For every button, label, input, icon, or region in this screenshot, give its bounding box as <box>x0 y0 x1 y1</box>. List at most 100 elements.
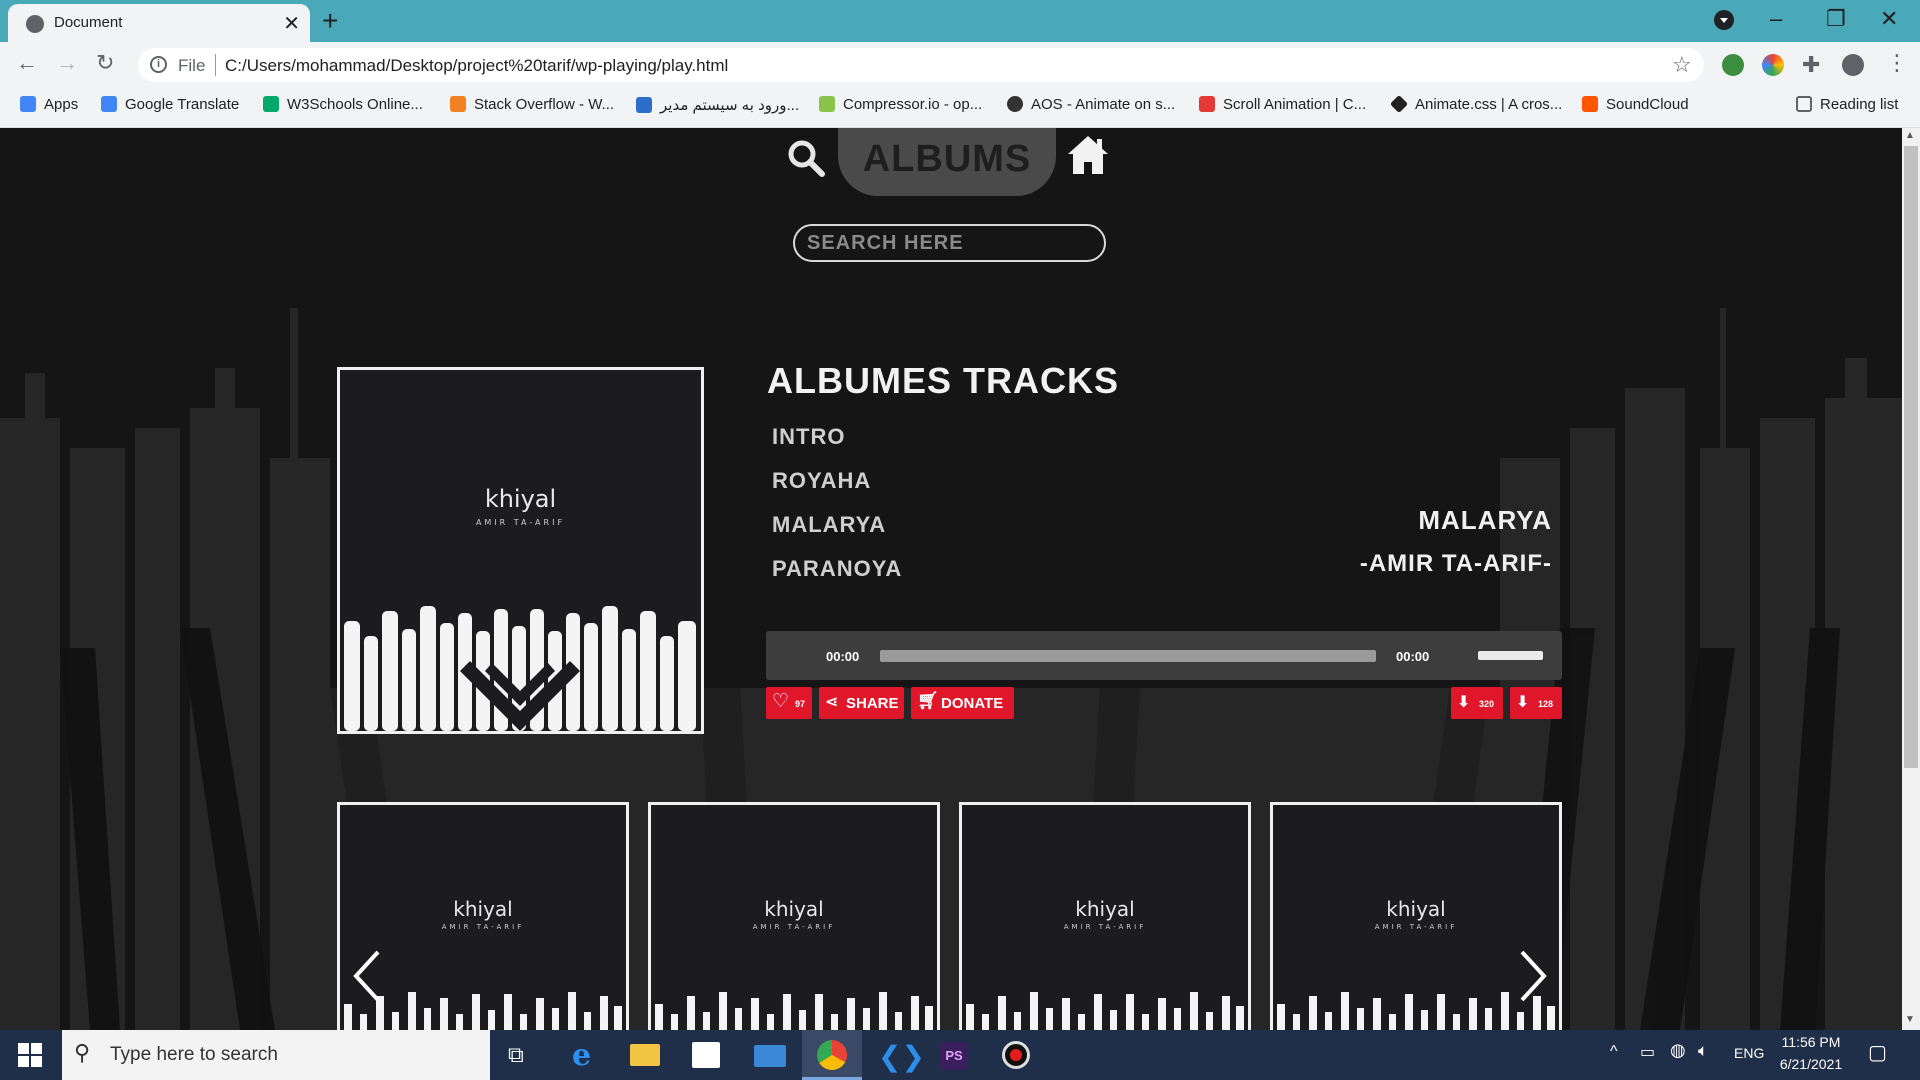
album-cover-title: khiyal <box>484 485 557 513</box>
forward-icon[interactable]: → <box>56 50 78 76</box>
bookmark-google-translate[interactable]: Google Translate <box>101 96 239 113</box>
w3schools-icon <box>263 96 279 112</box>
share-icon: ⋖ <box>825 694 839 711</box>
tracks-heading: ALBUMES TRACKS <box>767 360 1119 401</box>
bookmark-animate-css[interactable]: Animate.css | A cros... <box>1389 94 1562 114</box>
like-button[interactable]: ♡ 97 <box>766 687 812 719</box>
reading-list-icon <box>1796 96 1812 112</box>
show-hidden-icons-chevron-icon[interactable]: ^ <box>1610 1043 1618 1061</box>
download-320-button[interactable]: ⬇ 320 <box>1451 687 1503 719</box>
share-button[interactable]: ⋖ SHARE <box>819 687 904 719</box>
carousel-album-card[interactable]: khiyal AMIR TA-ARIF <box>1270 802 1562 1042</box>
download-128-button[interactable]: ⬇ 128 <box>1510 687 1562 719</box>
piano-skyline-background <box>0 308 1902 1030</box>
network-globe-icon[interactable]: ◍ <box>1670 1040 1686 1061</box>
bookmark-scroll-animation[interactable]: Scroll Animation | C... <box>1199 96 1366 113</box>
tab-title: Document <box>54 14 123 31</box>
bookmark-stackoverflow[interactable]: Stack Overflow - W... <box>450 96 614 113</box>
search-icon[interactable] <box>786 138 826 178</box>
cart-icon: 🛒︎ <box>917 691 939 710</box>
url-scheme-label: File <box>178 56 206 75</box>
back-icon[interactable]: ← <box>16 50 38 76</box>
track-item-royaha[interactable]: ROYAHA <box>772 468 871 494</box>
current-time: 00:00 <box>826 649 860 664</box>
piano-keys-art <box>344 606 696 731</box>
carousel-album-title: khiyal <box>453 897 513 921</box>
language-indicator[interactable]: ENG <box>1734 1045 1764 1061</box>
extension-color-icon[interactable] <box>1762 54 1784 76</box>
heart-icon: ♡ <box>772 691 790 712</box>
carousel-next-arrow-icon[interactable] <box>1512 948 1552 1004</box>
carousel-album-card[interactable]: khiyal AMIR TA-ARIF <box>959 802 1251 1042</box>
url-separator <box>215 54 216 76</box>
asterisk-icon <box>1199 96 1215 112</box>
download-icon: ⬇ <box>1457 694 1471 711</box>
file-explorer-icon[interactable] <box>630 1044 660 1066</box>
bookmark-aos[interactable]: AOS - Animate on s... <box>1007 96 1175 113</box>
carousel-album-card[interactable]: khiyal AMIR TA-ARIF <box>648 802 940 1042</box>
donate-button[interactable]: 🛒︎ DONATE <box>911 687 1014 719</box>
close-tab-icon[interactable]: ✕ <box>283 11 300 36</box>
scrollbar-thumb[interactable] <box>1904 146 1918 768</box>
carousel-album-artist: AMIR TA-ARIF <box>752 923 836 931</box>
scroll-up-icon[interactable]: ▲ <box>1905 130 1915 141</box>
store-icon[interactable] <box>692 1042 720 1068</box>
menu-kebab-icon[interactable]: ⋮ <box>1886 50 1908 76</box>
active-tab[interactable]: Document ✕ <box>8 4 310 42</box>
carousel-prev-arrow-icon[interactable] <box>348 948 388 1004</box>
bookmark-apps[interactable]: Apps <box>20 96 78 113</box>
carousel-album-artist: AMIR TA-ARIF <box>1063 923 1147 931</box>
stackoverflow-icon <box>450 96 466 112</box>
bookmark-star-icon[interactable]: ☆ <box>1672 52 1692 78</box>
battery-icon[interactable]: ▭ <box>1640 1042 1655 1062</box>
globe-icon <box>1007 96 1023 112</box>
carousel-album-artist: AMIR TA-ARIF <box>441 923 525 931</box>
bookmark-wordpress-admin[interactable]: ورود به سیستم مدیر... <box>636 96 799 114</box>
page-viewport <box>0 128 1902 1030</box>
edge-icon[interactable]: e <box>572 1038 591 1073</box>
reload-icon[interactable]: ↻ <box>96 50 114 76</box>
seek-bar[interactable] <box>880 650 1376 662</box>
carousel-album-title: khiyal <box>1386 897 1446 921</box>
album-search-input[interactable] <box>793 224 1106 262</box>
mail-icon[interactable] <box>754 1045 786 1067</box>
extensions-puzzle-icon[interactable]: ✚ <box>1802 52 1820 78</box>
profile-avatar-icon[interactable] <box>1842 54 1864 76</box>
scroll-down-icon[interactable]: ▼ <box>1905 1014 1915 1025</box>
search-icon: ⚲ <box>74 1040 91 1065</box>
bookmark-compressor[interactable]: Compressor.io - op... <box>819 96 982 113</box>
vscode-icon[interactable]: ❮❯ <box>878 1040 925 1073</box>
home-icon[interactable] <box>1066 134 1110 176</box>
carousel-album-card[interactable]: khiyal AMIR TA-ARIF <box>337 802 629 1042</box>
like-count: 97 <box>795 699 806 709</box>
bookmark-soundcloud[interactable]: SoundCloud <box>1582 96 1689 113</box>
track-item-intro[interactable]: INTRO <box>772 424 845 450</box>
info-icon[interactable]: i <box>150 56 167 73</box>
new-tab-button[interactable]: + <box>322 5 338 37</box>
extension-globe-icon[interactable] <box>1722 54 1744 76</box>
phpstorm-icon[interactable]: PS <box>940 1042 968 1070</box>
wordpress-icon <box>636 97 652 113</box>
restore-icon[interactable]: ❐ <box>1826 6 1846 32</box>
close-window-icon[interactable]: ✕ <box>1880 6 1898 32</box>
minimize-icon[interactable]: – <box>1770 6 1782 32</box>
notifications-icon[interactable]: ▢ <box>1868 1040 1887 1065</box>
track-item-paranoya[interactable]: PARANOYA <box>772 556 902 582</box>
clock-time[interactable]: 11:56 PM <box>1776 1034 1846 1050</box>
reading-list[interactable]: Reading list <box>1796 96 1898 113</box>
windows-start-icon[interactable] <box>18 1043 42 1067</box>
task-view-icon[interactable]: ⧉ <box>508 1042 524 1068</box>
track-item-malarya[interactable]: MALARYA <box>772 512 886 538</box>
google-translate-icon <box>101 96 117 112</box>
recorder-icon[interactable] <box>1002 1041 1030 1069</box>
bookmark-w3schools[interactable]: W3Schools Online... <box>263 96 423 113</box>
tab-search-icon[interactable] <box>1714 10 1734 30</box>
clock-date[interactable]: 6/21/2021 <box>1776 1056 1846 1072</box>
carousel-album-title: khiyal <box>764 897 824 921</box>
share-label: SHARE <box>846 695 899 712</box>
now-playing-title: MALARYA <box>1418 505 1552 535</box>
url-text[interactable]: C:/Users/mohammad/Desktop/project%20tari… <box>225 56 728 76</box>
volume-icon[interactable]: 🔈︎ <box>1698 1041 1708 1061</box>
volume-slider[interactable] <box>1478 651 1543 660</box>
download-320-label: 320 <box>1479 699 1495 709</box>
